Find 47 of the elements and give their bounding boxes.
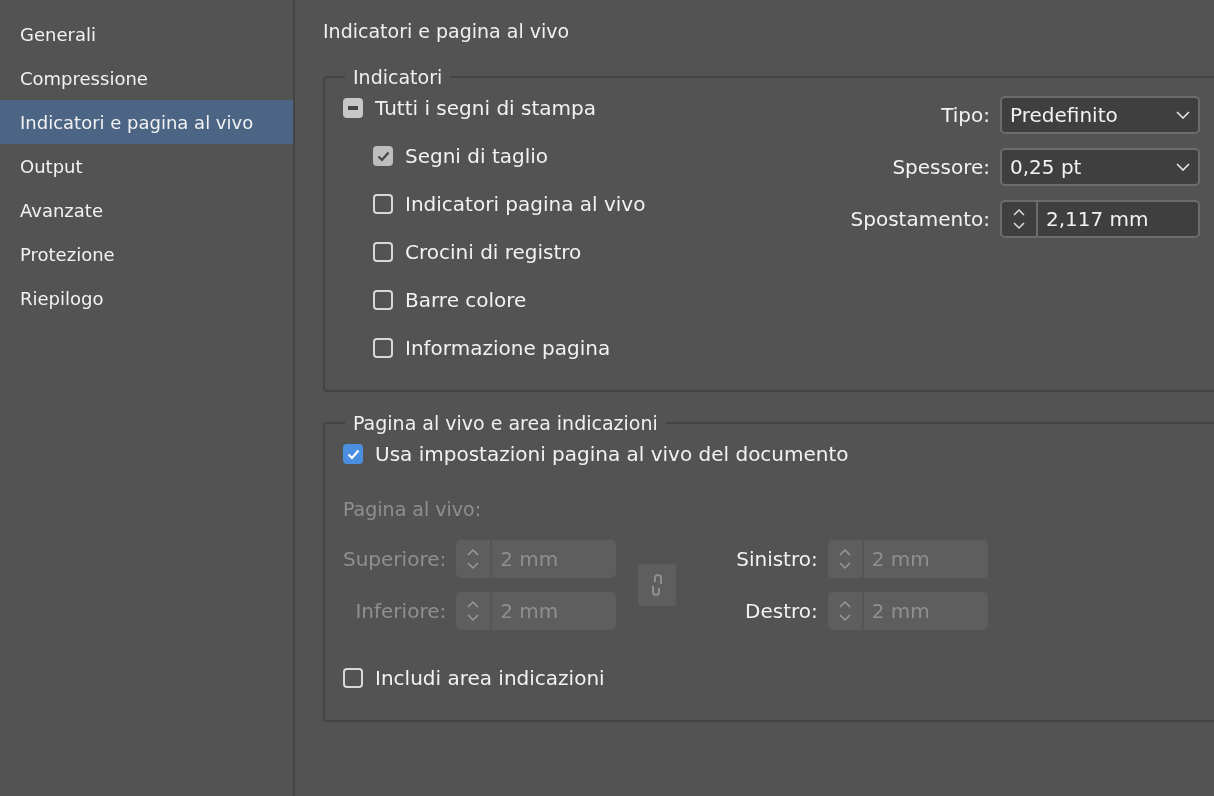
- number-field[interactable]: 2,117 mm: [1000, 200, 1200, 238]
- field-label: Tipo:: [940, 103, 990, 127]
- checkbox-label: Crocini di registro: [405, 240, 582, 264]
- chevron-down-icon: [1176, 163, 1190, 171]
- field-label: Superiore:: [343, 547, 447, 571]
- checkbox-label: Tutti i segni di stampa: [375, 96, 596, 120]
- chain-link-icon: [650, 573, 665, 597]
- chevron-down-icon: [1176, 111, 1190, 119]
- checkbox[interactable]: [343, 98, 363, 118]
- up-down-arrows-icon: [1012, 207, 1026, 231]
- checkbox[interactable]: [373, 290, 393, 310]
- sidebar-item[interactable]: Riepilogo: [0, 276, 293, 320]
- dropdown[interactable]: 0,25 pt: [1000, 148, 1200, 186]
- sidebar-item[interactable]: Compressione: [0, 56, 293, 100]
- panel-title: Indicatori e pagina al vivo: [323, 20, 571, 42]
- minus-icon: [348, 106, 358, 110]
- checkbox-label: Indicatori pagina al vivo: [405, 192, 646, 216]
- checkbox-label: Includi area indicazioni: [375, 666, 605, 690]
- field-label: Spostamento:: [850, 207, 990, 231]
- sidebar-item[interactable]: Protezione: [0, 232, 293, 276]
- sidebar-item[interactable]: Indicatori e pagina al vivo: [0, 100, 293, 144]
- field-label: Destro:: [744, 599, 818, 623]
- checkbox-label: Barre colore: [405, 288, 527, 312]
- checkbox-label: Informazione pagina: [405, 336, 611, 360]
- checkbox[interactable]: [373, 338, 393, 358]
- dropdown[interactable]: Predefinito: [1000, 96, 1200, 134]
- sidebar-item[interactable]: Avanzate: [0, 188, 293, 232]
- field-label: Inferiore:: [354, 599, 447, 623]
- up-down-arrows-icon: [466, 599, 481, 623]
- section-label: Pagina al vivo:: [343, 498, 483, 520]
- checkbox-label: Segni di taglio: [405, 144, 549, 168]
- group-title: Pagina al vivo e area indicazioni: [352, 412, 659, 434]
- checkbox[interactable]: [343, 668, 363, 688]
- checkmark-icon: [376, 150, 390, 162]
- field-label: Spessore:: [891, 155, 990, 179]
- checkbox[interactable]: [373, 194, 393, 214]
- sidebar-item[interactable]: Generali: [0, 12, 293, 56]
- checkbox[interactable]: [343, 444, 363, 464]
- sidebar-item[interactable]: Output: [0, 144, 293, 188]
- up-down-arrows-icon: [466, 547, 481, 571]
- checkbox-label: Usa impostazioni pagina al vivo del documento: [375, 442, 849, 466]
- up-down-arrows-icon: [837, 547, 852, 571]
- up-down-arrows-icon: [837, 599, 852, 623]
- group-title: Indicatori: [352, 66, 444, 88]
- checkmark-icon: [346, 448, 360, 460]
- checkbox[interactable]: [373, 242, 393, 262]
- field-label: Sinistro:: [736, 547, 818, 571]
